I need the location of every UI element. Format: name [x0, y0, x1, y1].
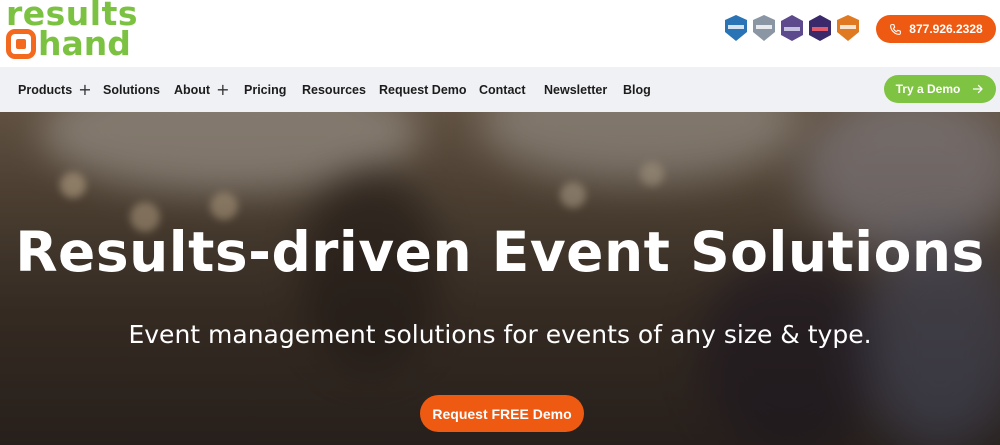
capterra-badge-icon	[836, 14, 860, 42]
main-navigation: Products + Solutions About + Pricing Res…	[0, 67, 1000, 112]
try-a-demo-button[interactable]: Try a Demo	[884, 75, 996, 103]
capterra-badge-icon	[752, 14, 776, 42]
nav-item-label: Products	[18, 82, 73, 97]
top-header: results hand 877.926.2328	[0, 0, 1000, 67]
capterra-badge-icon	[724, 14, 748, 42]
g2-badge-icon	[808, 14, 832, 42]
hero-subtitle: Event management solutions for events of…	[128, 320, 872, 349]
plus-icon[interactable]: +	[216, 81, 229, 98]
nav-item-newsletter[interactable]: Newsletter	[544, 67, 607, 112]
nav-item-pricing[interactable]: Pricing	[244, 67, 286, 112]
logo-at-icon	[6, 29, 36, 59]
try-a-demo-label: Try a Demo	[895, 82, 961, 96]
nav-item-products[interactable]: Products +	[18, 67, 92, 112]
logo-bottom-row: hand	[6, 26, 131, 62]
results-at-hand-logo[interactable]: results hand	[6, 0, 176, 64]
phone-number: 877.926.2328	[909, 22, 983, 36]
phone-button[interactable]: 877.926.2328	[876, 15, 996, 43]
plus-icon[interactable]: +	[78, 81, 91, 98]
nav-item-contact[interactable]: Contact	[479, 67, 526, 112]
nav-item-label: Newsletter	[544, 82, 608, 97]
nav-item-label: About	[174, 82, 211, 97]
award-badges	[724, 14, 860, 42]
nav-item-label: Solutions	[103, 82, 160, 97]
nav-item-resources[interactable]: Resources	[302, 67, 366, 112]
nav-item-label: Request Demo	[379, 82, 467, 97]
phone-icon	[890, 23, 902, 35]
nav-item-label: Resources	[302, 82, 366, 97]
nav-item-request-demo[interactable]: Request Demo	[379, 67, 467, 112]
nav-item-about[interactable]: About +	[174, 67, 230, 112]
hero-section: Results-driven Event Solutions Event man…	[0, 112, 1000, 445]
request-free-demo-button[interactable]: Request FREE Demo	[420, 395, 584, 432]
nav-item-label: Contact	[479, 82, 526, 97]
nav-item-solutions[interactable]: Solutions	[103, 67, 160, 112]
arrow-right-icon	[973, 84, 983, 94]
nav-item-label: Pricing	[244, 82, 287, 97]
logo-text-hand: hand	[38, 24, 131, 63]
hero-title: Results-driven Event Solutions	[15, 220, 985, 284]
g2-badge-icon	[780, 14, 804, 42]
nav-item-label: Blog	[623, 82, 651, 97]
nav-item-blog[interactable]: Blog	[623, 67, 651, 112]
